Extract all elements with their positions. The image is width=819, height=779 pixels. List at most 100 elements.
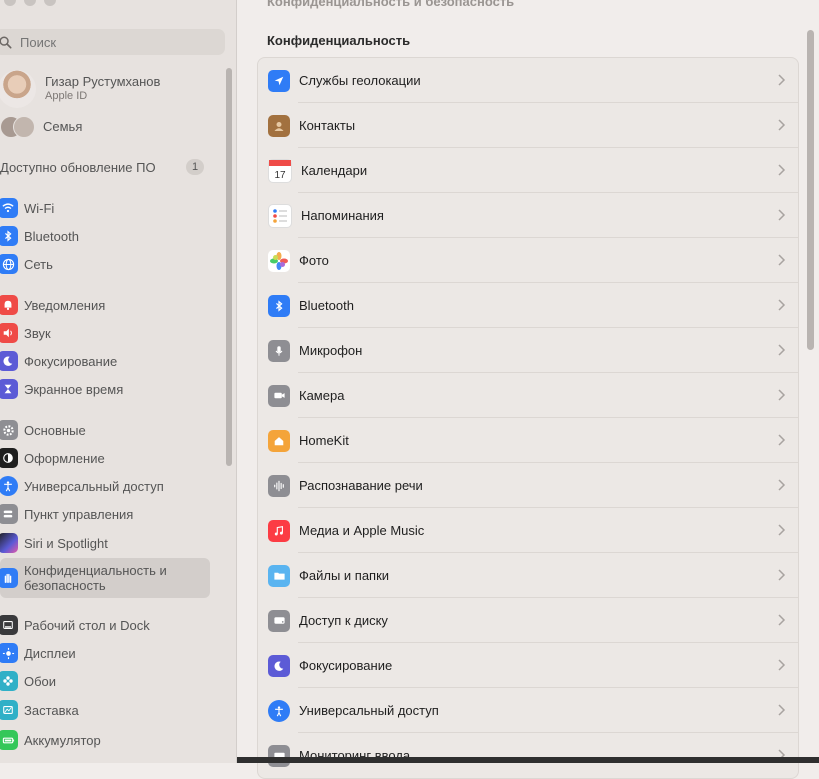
moon-icon: [268, 654, 290, 677]
chevron-right-icon: [778, 569, 786, 581]
list-item-homekit[interactable]: HomeKit: [258, 418, 798, 463]
sidebar-item-network[interactable]: Сеть: [0, 252, 232, 276]
control-center-icon: [0, 504, 18, 524]
list-item-full-disk-access[interactable]: Доступ к диску: [258, 598, 798, 643]
sidebar-scrollbar[interactable]: [226, 68, 232, 466]
sidebar-item-label: Звук: [24, 325, 51, 341]
list-item-label: HomeKit: [299, 433, 349, 448]
accessibility-icon: [0, 476, 18, 496]
wifi-icon: [0, 198, 18, 218]
list-item-calendars[interactable]: 17 Календари: [258, 148, 798, 193]
list-item-location-services[interactable]: Службы геолокации: [258, 58, 798, 103]
desktop-icon: [0, 615, 18, 635]
search-icon: [0, 35, 12, 49]
list-item-input-monitoring[interactable]: Мониторинг ввода: [258, 733, 798, 778]
main-scrollbar[interactable]: [807, 30, 814, 350]
sidebar-item-label: Фокусирование: [24, 353, 118, 369]
list-item-focus[interactable]: Фокусирование: [258, 643, 798, 688]
sidebar-item-notifications[interactable]: Уведомления: [0, 293, 232, 317]
sidebar-item-displays[interactable]: Дисплеи: [0, 641, 232, 665]
list-item-label: Доступ к диску: [299, 613, 388, 628]
minimize-window-button[interactable]: [24, 0, 36, 6]
search-field[interactable]: [0, 29, 225, 55]
sidebar-item-battery[interactable]: Аккумулятор: [0, 728, 232, 752]
apple-id-account[interactable]: Гизар Рустумханов Apple ID: [0, 68, 230, 108]
list-item-camera[interactable]: Камера: [258, 373, 798, 418]
sidebar-item-siri-spotlight[interactable]: Siri и Spotlight: [0, 531, 232, 555]
keyboard-icon: [268, 744, 290, 767]
list-item-label: Контакты: [299, 118, 356, 133]
sidebar-item-control-center[interactable]: Пункт управления: [0, 502, 232, 526]
sidebar-item-label: Основные: [24, 422, 86, 438]
privacy-list: Службы геолокации Контакты 17 Календари: [257, 57, 799, 779]
software-update-label: Доступно обновление ПО: [0, 160, 156, 175]
microphone-icon: [268, 339, 290, 362]
chevron-right-icon: [778, 344, 786, 356]
list-item-reminders[interactable]: Напоминания: [258, 193, 798, 238]
sidebar-item-screensaver[interactable]: Заставка: [0, 698, 232, 722]
zoom-window-button[interactable]: [44, 0, 56, 6]
family-item[interactable]: Семья: [0, 114, 230, 138]
chevron-right-icon: [778, 524, 786, 536]
chevron-right-icon: [778, 659, 786, 671]
photos-icon: [268, 249, 290, 272]
calendar-icon: 17: [268, 158, 292, 183]
sidebar-item-label: Пункт управления: [24, 506, 134, 522]
list-item-media-apple-music[interactable]: Медиа и Apple Music: [258, 508, 798, 553]
sidebar-item-privacy-security[interactable]: Конфиденциальность и безопасность: [0, 558, 210, 598]
sidebar: Гизар Рустумханов Apple ID Семья Доступн…: [0, 0, 237, 763]
bluetooth-icon: [268, 294, 290, 317]
list-item-contacts[interactable]: Контакты: [258, 103, 798, 148]
music-note-icon: [268, 519, 290, 542]
appearance-icon: [0, 448, 18, 468]
camera-icon: [268, 384, 290, 407]
speaker-icon: [0, 323, 18, 343]
close-window-button[interactable]: [4, 0, 16, 6]
list-item-microphone[interactable]: Микрофон: [258, 328, 798, 373]
list-item-label: Файлы и папки: [299, 568, 390, 583]
location-arrow-icon: [268, 69, 290, 92]
avatar: [0, 70, 36, 108]
settings-window: Гизар Рустумханов Apple ID Семья Доступн…: [0, 0, 819, 779]
list-item-accessibility[interactable]: Универсальный доступ: [258, 688, 798, 733]
moon-icon: [0, 351, 18, 371]
sidebar-item-accessibility[interactable]: Универсальный доступ: [0, 474, 232, 498]
sun-icon: [0, 643, 18, 663]
siri-icon: [0, 533, 18, 553]
window-controls: [4, 0, 56, 6]
sidebar-item-label: Конфиденциальность и безопасность: [24, 563, 167, 593]
sidebar-item-label: Экранное время: [24, 381, 124, 397]
reminders-icon: [268, 203, 292, 228]
list-item-photos[interactable]: Фото: [258, 238, 798, 283]
sidebar-item-label: Сеть: [24, 256, 53, 272]
list-item-bluetooth[interactable]: Bluetooth: [258, 283, 798, 328]
gear-icon: [0, 420, 18, 440]
chevron-right-icon: [778, 209, 786, 221]
user-subtitle: Apple ID: [45, 90, 88, 102]
disk-icon: [268, 609, 290, 632]
chevron-right-icon: [778, 434, 786, 446]
chevron-right-icon: [778, 74, 786, 86]
list-item-label: Фокусирование: [299, 658, 393, 673]
sidebar-item-wallpaper[interactable]: Обои: [0, 669, 232, 693]
software-update-item[interactable]: Доступно обновление ПО 1: [0, 156, 210, 178]
search-input[interactable]: [18, 33, 202, 51]
list-item-speech-recognition[interactable]: Распознавание речи: [258, 463, 798, 508]
list-item-files-folders[interactable]: Файлы и папки: [258, 553, 798, 598]
sidebar-item-appearance[interactable]: Оформление: [0, 446, 232, 470]
list-item-label: Медиа и Apple Music: [299, 523, 425, 538]
bell-icon: [0, 295, 18, 315]
folder-icon: [268, 564, 290, 587]
waveform-icon: [268, 474, 290, 497]
sidebar-item-screen-time[interactable]: Экранное время: [0, 377, 232, 401]
sidebar-item-desktop-dock[interactable]: Рабочий стол и Dock: [0, 613, 232, 637]
sidebar-item-focus[interactable]: Фокусирование: [0, 349, 232, 373]
chevron-right-icon: [778, 614, 786, 626]
hand-icon: [0, 568, 18, 588]
sidebar-item-general[interactable]: Основные: [0, 418, 232, 442]
accessibility-icon: [268, 699, 290, 722]
sidebar-item-sound[interactable]: Звук: [0, 321, 232, 345]
sidebar-item-wifi[interactable]: Wi‑Fi: [0, 196, 232, 220]
hourglass-icon: [0, 379, 18, 399]
sidebar-item-bluetooth[interactable]: Bluetooth: [0, 224, 232, 248]
